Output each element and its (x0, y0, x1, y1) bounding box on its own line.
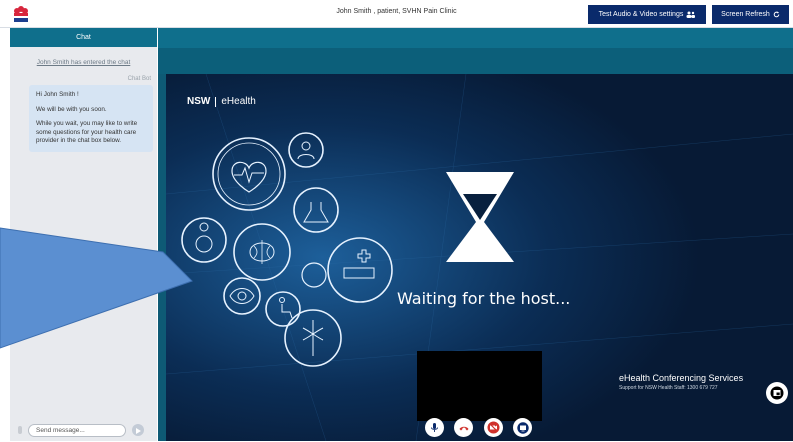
callout-arrow (0, 227, 193, 349)
